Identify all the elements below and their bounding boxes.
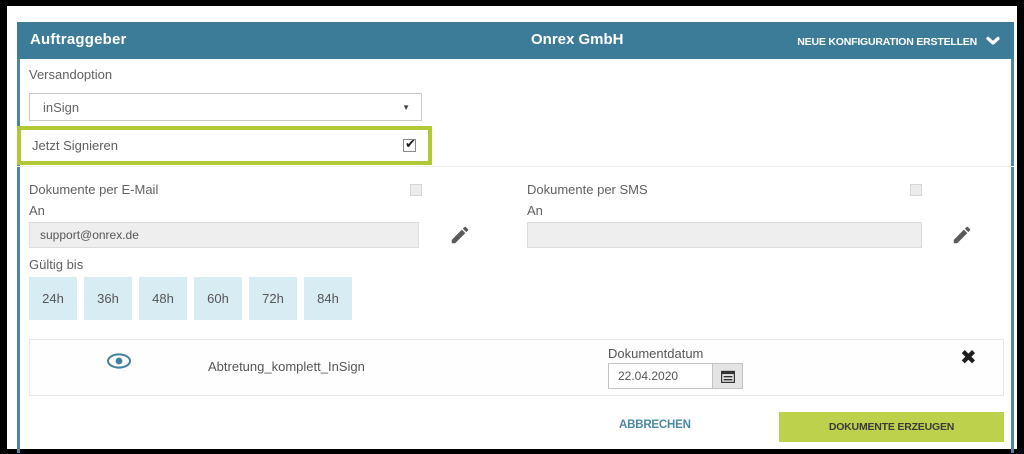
validity-options: 24h36h48h60h72h84h bbox=[29, 277, 352, 320]
document-row: Abtretung_komplett_InSign Dokumentdatum … bbox=[29, 339, 1004, 396]
new-configuration-label: NEUE KONFIGURATION ERSTELLEN bbox=[797, 36, 977, 48]
section-divider bbox=[17, 166, 1014, 167]
new-configuration-button[interactable]: NEUE KONFIGURATION ERSTELLEN bbox=[797, 33, 1000, 51]
sms-recipient-input[interactable] bbox=[527, 222, 922, 248]
panel-header: Auftraggeber Onrex GmbH NEUE KONFIGURATI… bbox=[17, 22, 1014, 59]
validity-option-84h[interactable]: 84h bbox=[304, 277, 352, 320]
document-date-group bbox=[608, 363, 743, 389]
dokumente-email-label: Dokumente per E-Mail bbox=[29, 182, 158, 197]
edit-email-pencil-icon[interactable] bbox=[449, 224, 471, 246]
select-dropdown-arrow-icon: ▼ bbox=[402, 103, 421, 112]
versandoption-selected-value: inSign bbox=[30, 100, 402, 115]
jetzt-signieren-row: Jetzt Signieren bbox=[17, 126, 432, 165]
email-recipient-input[interactable] bbox=[29, 222, 419, 248]
dokumentdatum-label: Dokumentdatum bbox=[608, 346, 703, 361]
preview-eye-icon[interactable] bbox=[106, 352, 132, 372]
dokumente-sms-label: Dokumente per SMS bbox=[527, 182, 648, 197]
validity-option-60h[interactable]: 60h bbox=[194, 277, 242, 320]
jetzt-signieren-label: Jetzt Signieren bbox=[32, 138, 118, 153]
company-name: Onrex GmbH bbox=[531, 31, 624, 48]
document-date-input[interactable] bbox=[608, 363, 712, 389]
remove-document-icon[interactable]: ✖ bbox=[960, 348, 977, 368]
validity-option-36h[interactable]: 36h bbox=[84, 277, 132, 320]
chevron-down-icon bbox=[986, 33, 1000, 51]
gueltig-bis-label: Gültig bis bbox=[29, 257, 83, 272]
dokumente-email-checkbox[interactable] bbox=[410, 184, 422, 196]
validity-option-48h[interactable]: 48h bbox=[139, 277, 187, 320]
validity-option-72h[interactable]: 72h bbox=[249, 277, 297, 320]
sms-an-label: An bbox=[527, 203, 543, 218]
page-title: Auftraggeber bbox=[30, 31, 127, 48]
validity-option-24h[interactable]: 24h bbox=[29, 277, 77, 320]
app-window: Auftraggeber Onrex GmbH NEUE KONFIGURATI… bbox=[7, 6, 1017, 449]
panel-left-border bbox=[17, 59, 20, 453]
abbrechen-link[interactable]: ABBRECHEN bbox=[619, 419, 691, 431]
jetzt-signieren-checkbox[interactable] bbox=[403, 139, 416, 152]
email-an-label: An bbox=[29, 203, 45, 218]
panel-right-border bbox=[1011, 59, 1014, 453]
versandoption-label: Versandoption bbox=[29, 67, 112, 82]
edit-sms-pencil-icon[interactable] bbox=[951, 224, 973, 246]
dokumente-sms-checkbox[interactable] bbox=[910, 184, 922, 196]
calendar-picker-button[interactable] bbox=[712, 363, 743, 389]
dokumente-erzeugen-button[interactable]: DOKUMENTE ERZEUGEN bbox=[779, 412, 1004, 442]
versandoption-select[interactable]: inSign ▼ bbox=[29, 93, 422, 121]
calendar-icon bbox=[721, 370, 735, 383]
document-name: Abtretung_komplett_InSign bbox=[208, 359, 365, 374]
